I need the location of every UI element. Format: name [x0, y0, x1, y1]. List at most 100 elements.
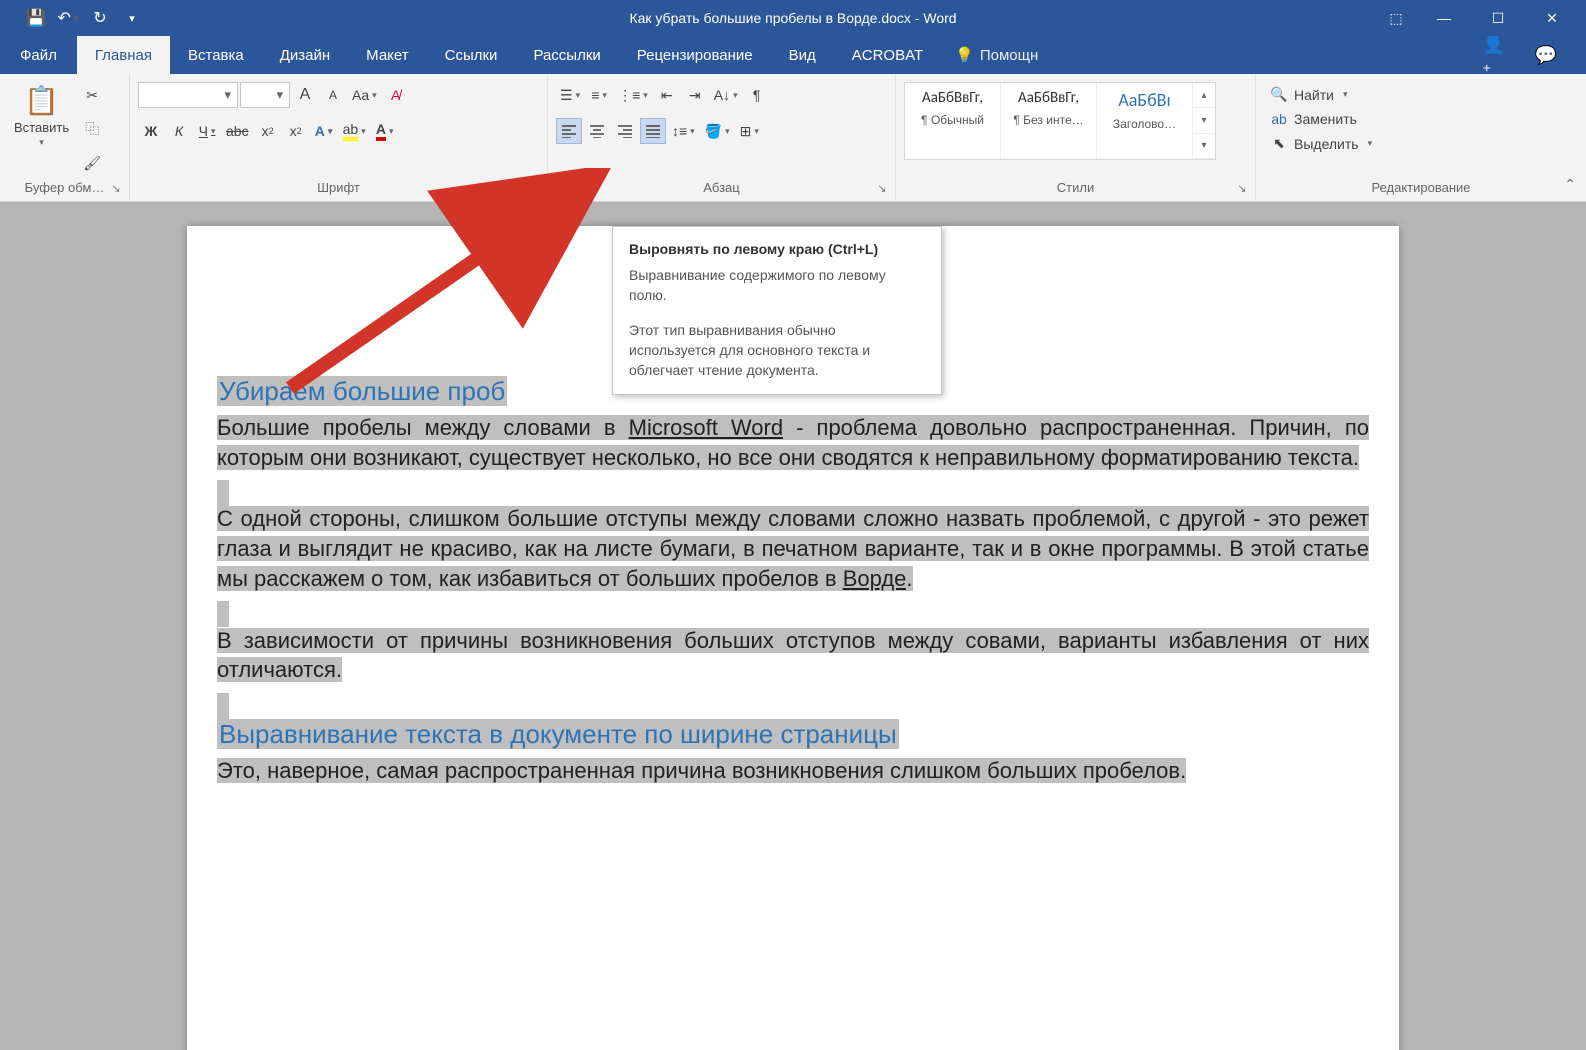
italic-button[interactable]: К [166, 118, 192, 144]
close-icon[interactable]: ✕ [1526, 0, 1578, 36]
group-styles: АаБбВвГг, ¶ Обычный АаБбВвГг, ¶ Без инте… [896, 74, 1256, 201]
clipboard-launcher-icon[interactable]: ↘ [109, 181, 123, 195]
line-spacing-icon[interactable]: ↕≡ [668, 118, 699, 144]
tooltip-desc-1: Выравнивание содержимого по левому полю. [629, 265, 925, 306]
group-paragraph-label: Абзац [548, 176, 895, 201]
subscript-button[interactable]: x2 [255, 118, 281, 144]
tab-view[interactable]: Вид [771, 36, 834, 74]
tab-layout[interactable]: Макет [348, 36, 426, 74]
style-heading1[interactable]: АаБбВı Заголово… [1097, 83, 1193, 159]
paragraph-1a: Большие пробелы между словами в [217, 415, 629, 440]
gallery-more-icon[interactable]: ▾ [1193, 134, 1215, 159]
clear-formatting-icon[interactable]: A̸ [383, 82, 409, 108]
align-right-button[interactable] [612, 118, 638, 144]
share-icon[interactable]: 👤₊ [1482, 43, 1506, 67]
document-content[interactable]: Убираем большие проб Большие пробелы меж… [217, 374, 1369, 786]
select-button[interactable]: ⬉Выделить [1264, 133, 1378, 154]
cut-icon[interactable]: ✂ [79, 82, 105, 108]
empty-selection-1 [217, 480, 229, 506]
tab-review[interactable]: Рецензирование [619, 36, 771, 74]
heading-2: Выравнивание текста в документе по ширин… [217, 719, 899, 749]
align-center-button[interactable] [584, 118, 610, 144]
styles-launcher-icon[interactable]: ↘ [1235, 181, 1249, 195]
text-effects-icon[interactable]: A [311, 118, 337, 144]
grow-font-icon[interactable]: A [292, 82, 318, 108]
link-msword: Microsoft Word [629, 415, 783, 440]
tab-design[interactable]: Дизайн [262, 36, 348, 74]
styles-gallery[interactable]: АаБбВвГг, ¶ Обычный АаБбВвГг, ¶ Без инте… [904, 82, 1216, 160]
bullets-icon[interactable]: ☰ [556, 82, 584, 108]
paragraph-launcher-icon[interactable]: ↘ [875, 181, 889, 195]
minimize-icon[interactable]: — [1418, 0, 1470, 36]
tab-insert[interactable]: Вставка [170, 36, 262, 74]
quick-access-toolbar: 💾 ↶ ↻ ▾ [0, 4, 146, 32]
qat-customize-icon[interactable]: ▾ [118, 4, 146, 32]
font-name-combo[interactable]: ▾ [138, 82, 238, 108]
superscript-button[interactable]: x2 [283, 118, 309, 144]
tell-me-search[interactable]: 💡 Помощн [941, 36, 1052, 74]
group-editing: 🔍Найти abЗаменить ⬉Выделить Редактирован… [1256, 74, 1586, 201]
tab-acrobat[interactable]: ACROBAT [834, 36, 941, 74]
group-font: ▾ ▾ A A Aa A̸ Ж К Ч abc x2 x2 A ab A Шри… [130, 74, 548, 201]
shading-icon[interactable]: 🪣 [701, 118, 734, 144]
font-launcher-icon[interactable]: ↘ [527, 181, 541, 195]
show-marks-icon[interactable]: ¶ [744, 82, 770, 108]
empty-selection-2 [217, 601, 229, 627]
clipboard-icon: 📋 [24, 82, 60, 118]
collapse-ribbon-icon[interactable]: ⌃ [1564, 176, 1576, 193]
gallery-down-icon[interactable]: ▾ [1193, 108, 1215, 133]
bold-button[interactable]: Ж [138, 118, 164, 144]
font-size-combo[interactable]: ▾ [240, 82, 290, 108]
tab-file[interactable]: Файл [0, 36, 77, 74]
numbering-icon[interactable]: ≡ [586, 82, 612, 108]
align-justify-button[interactable] [640, 118, 666, 144]
select-icon: ⬉ [1270, 135, 1288, 152]
tab-home[interactable]: Главная [77, 36, 170, 74]
tab-references[interactable]: Ссылки [427, 36, 516, 74]
styles-gallery-scroll[interactable]: ▴ ▾ ▾ [1193, 83, 1215, 159]
maximize-icon[interactable]: ☐ [1472, 0, 1524, 36]
group-clipboard: 📋 Вставить ▾ ✂ ⿻ 🖌 Буфер обм… ↘ [0, 74, 130, 201]
tooltip-align-left: Выровнять по левому краю (Ctrl+L) Выравн… [612, 226, 942, 395]
ribbon-display-options-icon[interactable]: ⬚ [1376, 4, 1416, 32]
window-title: Как убрать большие пробелы в Ворде.docx … [629, 10, 956, 26]
tooltip-desc-2: Этот тип выравнивания обычно используетс… [629, 320, 925, 381]
gallery-up-icon[interactable]: ▴ [1193, 83, 1215, 108]
group-font-label: Шрифт [130, 176, 547, 201]
copy-icon[interactable]: ⿻ [79, 116, 105, 142]
underline-button[interactable]: Ч [194, 118, 220, 144]
save-icon[interactable]: 💾 [22, 4, 50, 32]
borders-icon[interactable]: ⊞ [736, 118, 763, 144]
replace-icon: ab [1270, 111, 1288, 127]
multilevel-list-icon[interactable]: ⋮≡ [614, 82, 652, 108]
tell-me-label: Помощн [980, 47, 1038, 64]
find-button[interactable]: 🔍Найти [1264, 84, 1378, 105]
highlight-color-icon[interactable]: ab [339, 118, 370, 144]
change-case-icon[interactable]: Aa [348, 82, 381, 108]
heading-1: Убираем большие проб [217, 376, 507, 406]
shrink-font-icon[interactable]: A [320, 82, 346, 108]
align-left-button[interactable] [556, 118, 582, 144]
paste-button[interactable]: 📋 Вставить ▾ [8, 80, 75, 150]
redo-icon[interactable]: ↻ [86, 4, 114, 32]
link-word: Ворде [843, 566, 907, 591]
format-painter-icon[interactable]: 🖌 [79, 150, 105, 176]
style-no-spacing[interactable]: АаБбВвГг, ¶ Без инте… [1001, 83, 1097, 159]
strikethrough-button[interactable]: abc [222, 118, 253, 144]
comments-icon[interactable]: 💬 [1534, 43, 1558, 67]
font-color-icon[interactable]: A [372, 118, 398, 144]
increase-indent-icon[interactable]: ⇥ [682, 82, 708, 108]
paragraph-4: Это, наверное, самая распространенная пр… [217, 758, 1186, 783]
group-editing-label: Редактирование [1256, 176, 1586, 201]
paragraph-2a: С одной стороны, слишком большие отступы… [217, 506, 1369, 590]
style-normal[interactable]: АаБбВвГг, ¶ Обычный [905, 83, 1001, 159]
ribbon: 📋 Вставить ▾ ✂ ⿻ 🖌 Буфер обм… ↘ ▾ ▾ A A … [0, 74, 1586, 202]
window-controls: ⬚ — ☐ ✕ [1376, 0, 1586, 36]
tab-mailings[interactable]: Рассылки [515, 36, 618, 74]
replace-button[interactable]: abЗаменить [1264, 109, 1378, 129]
sort-icon[interactable]: A↓ [710, 82, 742, 108]
undo-icon[interactable]: ↶ [54, 4, 82, 32]
tooltip-title: Выровнять по левому краю (Ctrl+L) [629, 241, 925, 257]
decrease-indent-icon[interactable]: ⇤ [654, 82, 680, 108]
group-paragraph: ☰ ≡ ⋮≡ ⇤ ⇥ A↓ ¶ [548, 74, 896, 201]
